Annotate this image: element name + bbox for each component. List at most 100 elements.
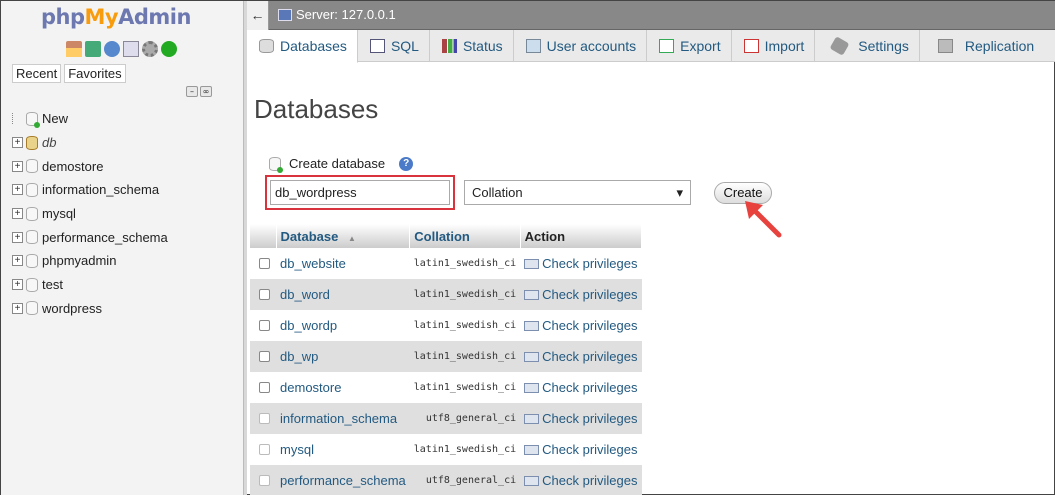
- tree-item-db[interactable]: + db: [12, 131, 168, 155]
- status-icon: [441, 38, 457, 53]
- row-checkbox[interactable]: [259, 382, 270, 393]
- home-icon[interactable]: [66, 41, 82, 57]
- action-cell: Check privileges: [520, 372, 642, 403]
- favorites-tab[interactable]: Favorites: [64, 64, 126, 83]
- expand-icon[interactable]: +: [12, 137, 23, 149]
- nav-resizer[interactable]: [243, 1, 247, 495]
- check-privileges-link[interactable]: Check privileges: [524, 411, 638, 426]
- database-name-cell: db_word: [276, 279, 410, 310]
- expand-icon[interactable]: +: [12, 231, 23, 243]
- expand-icon[interactable]: +: [12, 302, 23, 314]
- expand-icon[interactable]: +: [12, 279, 23, 291]
- tab-export[interactable]: Export: [647, 30, 732, 61]
- tree-item-mysql[interactable]: + mysql: [12, 202, 168, 226]
- row-checkbox[interactable]: [259, 320, 270, 331]
- check-privileges-link[interactable]: Check privileges: [524, 442, 638, 457]
- tree-item-label[interactable]: db: [42, 135, 56, 150]
- server-icon: [278, 8, 292, 21]
- help-icon[interactable]: [104, 41, 120, 57]
- docs-icon[interactable]: [123, 41, 139, 57]
- action-cell: Check privileges: [520, 341, 642, 372]
- database-name-cell: information_schema: [276, 403, 410, 434]
- tab-status[interactable]: Status: [430, 30, 514, 61]
- tab-replication[interactable]: Replication: [920, 30, 1044, 61]
- collation-column-header[interactable]: Collation: [409, 224, 521, 248]
- tree-item-label[interactable]: phpmyadmin: [42, 253, 116, 268]
- row-checkbox[interactable]: [259, 351, 270, 362]
- tab-user-accounts[interactable]: User accounts: [514, 30, 648, 61]
- row-checkbox[interactable]: [259, 475, 270, 486]
- row-checkbox[interactable]: [259, 289, 270, 300]
- table-row: db_website latin1_swedish_ci Check privile…: [250, 248, 642, 279]
- database-link[interactable]: performance_schema: [280, 473, 406, 488]
- tab-sql[interactable]: SQL: [358, 30, 430, 61]
- database-link[interactable]: information_schema: [280, 411, 397, 426]
- database-link[interactable]: db_wordp: [280, 318, 337, 333]
- action-cell: Check privileges: [520, 310, 642, 341]
- database-column-header[interactable]: Database ▲: [276, 224, 411, 248]
- check-privileges-link[interactable]: Check privileges: [524, 380, 638, 395]
- check-privileges-link[interactable]: Check privileges: [524, 318, 638, 333]
- database-name-cell: mysql: [276, 434, 410, 465]
- link-icon[interactable]: ∞: [200, 86, 212, 97]
- help-icon[interactable]: ?: [399, 156, 414, 171]
- database-link[interactable]: demostore: [280, 380, 341, 395]
- tree-item-wordpress[interactable]: + wordpress: [12, 297, 168, 321]
- check-privileges-link[interactable]: Check privileges: [524, 256, 638, 271]
- tree-item-label[interactable]: wordpress: [42, 301, 102, 316]
- row-checkbox[interactable]: [259, 258, 270, 269]
- database-name-input[interactable]: [270, 180, 450, 205]
- database-link[interactable]: mysql: [280, 442, 314, 457]
- check-privileges-link[interactable]: Check privileges: [524, 349, 638, 364]
- recent-tab[interactable]: Recent: [12, 64, 62, 83]
- reload-icon[interactable]: [161, 41, 177, 57]
- tree-item-label[interactable]: demostore: [42, 159, 103, 174]
- tree-item-performance-schema[interactable]: + performance_schema: [12, 225, 168, 249]
- database-link[interactable]: db_wp: [280, 349, 318, 364]
- exit-icon[interactable]: [85, 41, 101, 57]
- expand-icon[interactable]: +: [12, 160, 23, 172]
- expand-icon[interactable]: +: [12, 184, 23, 196]
- action-cell: Check privileges: [520, 403, 642, 434]
- row-select-cell: [250, 279, 277, 310]
- main-tab-bar: Databases SQL Status User accounts Expor…: [247, 30, 1055, 63]
- row-checkbox[interactable]: [259, 413, 270, 424]
- expand-icon[interactable]: +: [12, 208, 23, 220]
- database-name-cell: db_wordp: [276, 310, 410, 341]
- collation-cell: utf8_general_ci: [409, 403, 521, 434]
- tree-item-label[interactable]: New: [42, 111, 68, 126]
- database-icon: [26, 135, 38, 150]
- tab-settings[interactable]: Settings: [815, 30, 920, 61]
- tree-item-new[interactable]: New: [12, 107, 168, 131]
- database-icon: [26, 206, 38, 221]
- row-select-cell: [250, 310, 277, 341]
- tree-item-demostore[interactable]: + demostore: [12, 154, 168, 178]
- tab-databases[interactable]: Databases: [247, 30, 358, 63]
- page-title: Databases: [254, 94, 379, 124]
- tab-import[interactable]: Import: [732, 30, 816, 61]
- check-privileges-link[interactable]: Check privileges: [524, 473, 638, 488]
- collapse-all-icon[interactable]: –: [186, 86, 198, 97]
- row-checkbox[interactable]: [259, 444, 270, 455]
- server-link[interactable]: Server: 127.0.0.1: [296, 7, 396, 22]
- settings-icon[interactable]: [142, 41, 158, 57]
- check-privileges-link[interactable]: Check privileges: [524, 287, 638, 302]
- tree-item-label[interactable]: information_schema: [42, 182, 159, 197]
- table-row: db_wordp latin1_swedish_ci Check privilege…: [250, 310, 642, 341]
- tree-item-test[interactable]: + test: [12, 273, 168, 297]
- phpmyadmin-logo[interactable]: phpMyAdmin: [41, 5, 191, 29]
- collapse-nav-button[interactable]: ←: [247, 1, 269, 30]
- action-cell: Check privileges: [520, 279, 642, 310]
- tree-item-phpmyadmin[interactable]: + phpmyadmin: [12, 249, 168, 273]
- tree-item-label[interactable]: mysql: [42, 206, 76, 221]
- database-link[interactable]: db_website: [280, 256, 346, 271]
- database-name-cell: db_wp: [276, 341, 410, 372]
- tree-item-label[interactable]: performance_schema: [42, 230, 168, 245]
- tree-item-label[interactable]: test: [42, 277, 63, 292]
- tree-item-information-schema[interactable]: + information_schema: [12, 178, 168, 202]
- expand-icon[interactable]: +: [12, 255, 23, 267]
- sql-icon: [369, 38, 385, 53]
- collation-select[interactable]: Collation ▾: [464, 180, 691, 205]
- database-link[interactable]: db_word: [280, 287, 330, 302]
- row-select-cell: [250, 403, 277, 434]
